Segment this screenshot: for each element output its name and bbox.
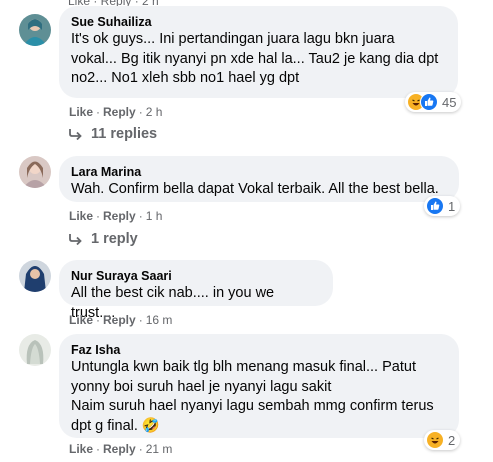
avatar[interactable] xyxy=(19,156,51,188)
reply-button[interactable]: Reply xyxy=(103,442,136,456)
reply-arrow-icon xyxy=(69,234,82,245)
comment-timestamp[interactable]: 2 h xyxy=(146,105,163,119)
avatar[interactable] xyxy=(19,14,51,46)
like-button[interactable]: Like xyxy=(69,442,93,456)
reply-arrow-icon xyxy=(69,129,82,140)
replies-count: 11 replies xyxy=(91,126,158,142)
comment-timestamp[interactable]: 21 m xyxy=(146,442,173,456)
comment-author[interactable]: Nur Suraya Saari xyxy=(71,268,321,284)
comment-bubble: Sue Suhailiza It's ok guys... Ini pertan… xyxy=(59,6,458,98)
view-replies-link[interactable]: 11 replies xyxy=(69,126,157,142)
like-icon xyxy=(420,93,438,111)
comment-author[interactable]: Sue Suhailiza xyxy=(71,14,446,30)
reaction-summary[interactable]: 45 xyxy=(405,92,462,112)
like-button[interactable]: Like xyxy=(69,209,93,223)
reaction-count: 45 xyxy=(442,94,457,110)
view-replies-link[interactable]: 1 reply xyxy=(69,231,138,247)
comment-author[interactable]: Lara Marina xyxy=(71,164,447,180)
comment-actions: Like · Reply · 1 h xyxy=(69,209,163,223)
replies-count: 1 reply xyxy=(91,231,138,247)
reaction-count: 1 xyxy=(448,198,456,214)
reply-button[interactable]: Reply xyxy=(103,105,136,119)
reaction-summary[interactable]: 2 xyxy=(424,430,461,450)
haha-icon xyxy=(426,431,444,449)
comment-actions: Like · Reply · 2 h xyxy=(69,105,163,119)
comment-bubble: Nur Suraya Saari All the best cik nab...… xyxy=(59,260,333,321)
comment-bubble: Faz Isha Untungla kwn baik tlg blh menan… xyxy=(59,334,459,438)
like-button[interactable]: Like xyxy=(69,313,93,327)
comment-text: Wah. Confirm bella dapat Vokal terbaik. … xyxy=(71,181,439,197)
comment-bubble: Lara Marina Wah. Confirm bella dapat Vok… xyxy=(59,156,459,202)
reply-button[interactable]: Reply xyxy=(103,313,136,327)
comment-actions: Like · Reply · 21 m xyxy=(69,442,173,456)
like-button[interactable]: Like xyxy=(69,105,93,119)
avatar[interactable] xyxy=(19,334,51,366)
comment-text: It's ok guys... Ini pertandingan juara l… xyxy=(71,31,439,86)
comment-timestamp[interactable]: 1 h xyxy=(146,209,163,223)
comment-text: Untungla kwn baik tlg blh menang masuk f… xyxy=(71,359,434,434)
reaction-count: 2 xyxy=(448,432,456,448)
comment-actions: Like · Reply · 16 m xyxy=(69,313,173,327)
reply-button[interactable]: Reply xyxy=(103,209,136,223)
comment-timestamp[interactable]: 16 m xyxy=(146,313,173,327)
reaction-summary[interactable]: 1 xyxy=(424,196,461,216)
comment-author[interactable]: Faz Isha xyxy=(71,342,447,358)
like-icon xyxy=(426,197,444,215)
avatar[interactable] xyxy=(19,260,51,292)
